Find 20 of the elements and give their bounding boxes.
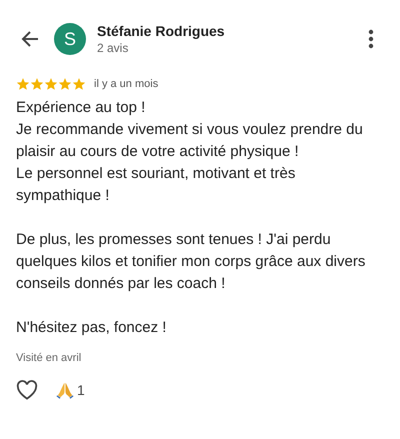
visit-date: Visité en avril (16, 352, 82, 364)
praying-hands-icon[interactable] (56, 381, 74, 399)
avatar[interactable]: S (54, 23, 86, 55)
review-count: 2 avis (97, 41, 130, 55)
star-icon (44, 77, 58, 91)
reviewer-name[interactable]: Stéfanie Rodrigues (97, 23, 368, 39)
review-text: De plus, les promesses sont tenues ! J'ai perdu quelques kilos et tonifier mon corps grâce aux divers conseils donnés par les coach ! (16, 230, 366, 294)
star-icon (16, 77, 30, 91)
review-text: N'hésitez pas, foncez ! (16, 318, 168, 338)
star-icon (30, 77, 44, 91)
back-arrow-icon[interactable] (20, 29, 40, 49)
review-time: il y a un mois (94, 78, 158, 90)
review-text: Le personnel est souriant, motivant et très sympathique ! (16, 164, 296, 206)
heart-icon[interactable] (16, 380, 38, 400)
star-icon (58, 77, 72, 91)
more-options-icon[interactable] (368, 29, 374, 49)
review-text: Expérience au top ! (16, 98, 146, 118)
review-text: Je recommande vivement si vous voulez prendre du plaisir au cours de votre activité physique ! (16, 120, 364, 162)
reaction-count: 1 (77, 382, 85, 398)
star-icon (72, 77, 86, 91)
